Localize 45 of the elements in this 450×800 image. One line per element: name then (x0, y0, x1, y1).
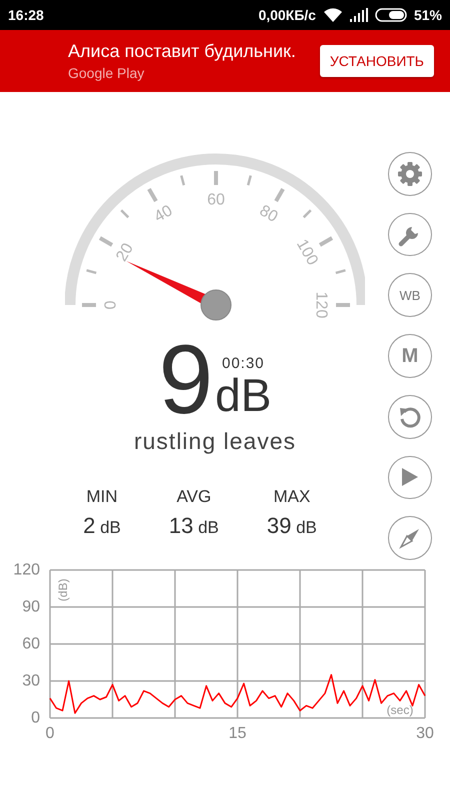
play-button[interactable] (388, 456, 432, 500)
y-axis-label: 0 (31, 710, 40, 726)
stat-value: 13 dB (168, 513, 219, 539)
timer: 00:30 (222, 355, 265, 372)
ad-source: Google Play (68, 65, 146, 81)
gauge-label: 120 (312, 292, 330, 318)
network-speed: 0,00КБ/с (258, 7, 316, 23)
gauge-label: 100 (292, 236, 321, 268)
stat-label: AVG (176, 487, 212, 507)
wrench-button[interactable] (388, 212, 432, 256)
compass-button[interactable] (388, 516, 432, 560)
signal-icon (350, 8, 368, 22)
battery-icon (374, 8, 407, 22)
clock: 16:28 (8, 7, 44, 23)
x-axis-label: 15 (228, 725, 246, 742)
compass-icon (398, 526, 422, 550)
stat-value: 39 dB (266, 513, 317, 539)
play-icon (401, 467, 419, 488)
wifi-icon (322, 7, 343, 23)
noise-description: rustling leaves (134, 428, 296, 455)
install-button[interactable]: УСТАНОВИТЬ (320, 45, 434, 77)
mode-button[interactable]: M (388, 334, 432, 378)
decibel-unit: dB (215, 372, 272, 418)
gauge-label: 20 (113, 240, 137, 264)
gauge-label: 0 (102, 300, 120, 310)
stat-label: MIN (86, 487, 118, 507)
stat-label: MAX (273, 487, 310, 507)
reset-button[interactable] (388, 394, 432, 439)
x-axis-label: 0 (46, 725, 54, 742)
gear-icon (397, 160, 423, 187)
y-axis-label: 30 (22, 672, 40, 690)
decibel-value: 9 (158, 336, 214, 422)
y-axis-label: 120 (13, 562, 40, 578)
gauge-label: 40 (152, 202, 176, 226)
x-axis-label: 30 (416, 725, 434, 742)
battery-percent: 51% (414, 7, 442, 23)
gauge-label: 60 (207, 192, 225, 208)
y-axis-label: 60 (22, 636, 40, 652)
y-axis-title: (dB) (56, 578, 70, 602)
y-axis-label: 90 (22, 598, 40, 616)
gauge-label: 80 (256, 202, 280, 226)
settings-button[interactable] (388, 152, 432, 196)
ad-title: Алиса поставит будильник. (68, 41, 296, 62)
x-axis-title: (sec) (386, 703, 414, 717)
stat-value: 2 dB (83, 513, 121, 539)
